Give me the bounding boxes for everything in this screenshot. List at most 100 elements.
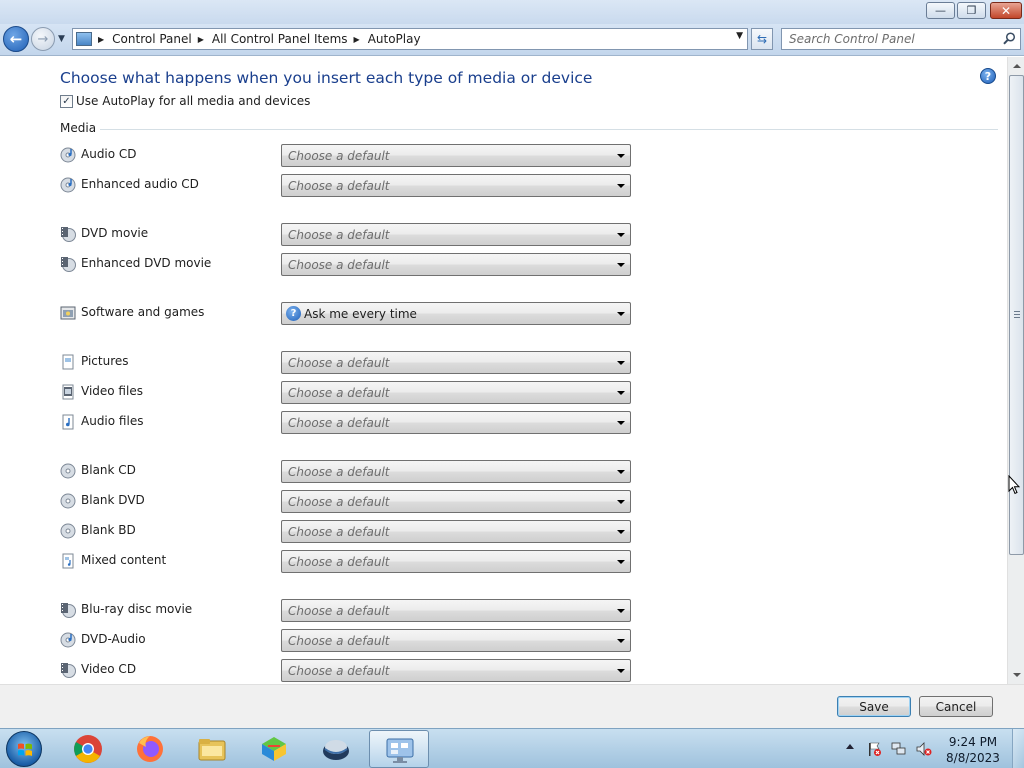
media-row: Pictures Choose a default <box>60 351 640 374</box>
dropdown-value: Choose a default <box>288 356 390 370</box>
media-action-dropdown[interactable]: Choose a default <box>281 629 631 652</box>
enhanced-audio-cd-icon <box>60 177 76 193</box>
dropdown-value: Choose a default <box>288 149 390 163</box>
address-bar[interactable]: ▶ Control Panel ▶ All Control Panel Item… <box>72 28 748 50</box>
save-button[interactable]: Save <box>837 696 911 717</box>
media-label: DVD movie <box>81 226 149 240</box>
media-row: Mixed content Choose a default <box>60 550 640 573</box>
media-action-dropdown[interactable]: Choose a default <box>281 599 631 622</box>
chevron-down-icon <box>617 609 625 613</box>
dvd-movie-icon <box>61 227 76 242</box>
explorer-folder-icon[interactable] <box>196 733 228 765</box>
chevron-down-icon <box>617 154 625 158</box>
media-action-dropdown[interactable]: Choose a default <box>281 351 631 374</box>
breadcrumb-separator-icon[interactable]: ▶ <box>198 35 204 44</box>
refresh-button[interactable]: ⇆ <box>751 28 773 50</box>
enhanced-dvd-movie-icon <box>61 257 76 272</box>
chevron-down-icon <box>617 470 625 474</box>
search-box <box>781 28 1021 50</box>
search-input[interactable] <box>782 29 992 49</box>
chevron-down-icon <box>617 312 625 316</box>
network-icon[interactable] <box>891 741 907 757</box>
media-action-dropdown[interactable]: Choose a default <box>281 520 631 543</box>
media-label: DVD-Audio <box>81 632 146 646</box>
breadcrumb-control-panel[interactable]: Control Panel <box>112 32 192 46</box>
media-label: Audio files <box>81 414 144 428</box>
chevron-down-icon <box>617 421 625 425</box>
group-divider <box>100 129 998 130</box>
page-title: Choose what happens when you insert each… <box>60 69 593 87</box>
media-row: Video CD Choose a default <box>60 659 640 682</box>
media-player-icon[interactable] <box>320 733 352 765</box>
chrome-icon[interactable] <box>72 733 104 765</box>
autoplay-content: Choose what happens when you insert each… <box>0 57 1007 684</box>
action-center-flag-icon[interactable] <box>866 741 882 757</box>
back-button[interactable]: ← <box>3 26 29 52</box>
vertical-scrollbar[interactable] <box>1007 57 1024 684</box>
dropdown-value: Choose a default <box>288 664 390 678</box>
cancel-button[interactable]: Cancel <box>919 696 993 717</box>
control-panel-task-button[interactable] <box>369 730 429 768</box>
blank-cd-icon <box>60 463 76 479</box>
media-label: Pictures <box>81 354 129 368</box>
control-panel-icon <box>76 32 92 46</box>
autoplay-all-checkbox[interactable]: ✓ <box>60 94 73 108</box>
media-action-dropdown[interactable]: Choose a default <box>281 144 631 167</box>
media-label: Enhanced audio CD <box>81 177 199 191</box>
chevron-down-icon <box>617 500 625 504</box>
breadcrumb-separator-icon[interactable]: ▶ <box>354 35 360 44</box>
back-arrow-icon: ← <box>9 30 23 48</box>
scroll-up-button[interactable] <box>1009 58 1024 74</box>
dropdown-value: Ask me every time <box>304 307 417 321</box>
media-row: Enhanced audio CD Choose a default <box>60 174 640 197</box>
media-action-dropdown[interactable]: ? Ask me every time <box>281 302 631 325</box>
media-row: Audio CD Choose a default <box>60 144 640 167</box>
volume-muted-icon[interactable] <box>916 741 932 757</box>
address-dropdown-icon[interactable]: ▼ <box>736 31 743 41</box>
video-files-icon <box>62 384 74 400</box>
media-action-dropdown[interactable]: Choose a default <box>281 659 631 682</box>
dropdown-value: Choose a default <box>288 179 390 193</box>
breadcrumb-autoplay[interactable]: AutoPlay <box>368 32 421 46</box>
close-button[interactable]: ✕ <box>990 2 1022 19</box>
breadcrumb-all-items[interactable]: All Control Panel Items <box>212 32 348 46</box>
dropdown-value: Choose a default <box>288 555 390 569</box>
autoplay-all-label[interactable]: Use AutoPlay for all media and devices <box>76 94 310 108</box>
media-action-dropdown[interactable]: Choose a default <box>281 490 631 513</box>
maximize-button[interactable]: ❐ <box>957 2 986 19</box>
media-action-dropdown[interactable]: Choose a default <box>281 550 631 573</box>
media-action-dropdown[interactable]: Choose a default <box>281 460 631 483</box>
bluray-movie-icon <box>61 603 76 618</box>
media-action-dropdown[interactable]: Choose a default <box>281 381 631 404</box>
media-label: Video files <box>81 384 143 398</box>
media-label: Software and games <box>81 305 205 319</box>
media-action-dropdown[interactable]: Choose a default <box>281 253 631 276</box>
media-action-dropdown[interactable]: Choose a default <box>281 174 631 197</box>
minimize-button[interactable]: — <box>926 2 955 19</box>
chevron-down-icon <box>617 263 625 267</box>
scroll-down-icon <box>1012 673 1021 677</box>
forward-button[interactable]: → <box>31 27 55 51</box>
system-clock[interactable]: 9:24 PM 8/8/2023 <box>940 734 1006 766</box>
media-label: Enhanced DVD movie <box>81 256 212 270</box>
bluestacks-icon[interactable] <box>258 733 290 765</box>
autoplay-all-option[interactable]: ✓ Use AutoPlay for all media and devices <box>60 94 310 108</box>
search-icon[interactable] <box>1003 32 1016 45</box>
media-row: Blank CD Choose a default <box>60 460 640 483</box>
scroll-grip-icon <box>1014 311 1020 318</box>
taskbar: 9:24 PM 8/8/2023 <box>0 728 1024 768</box>
chevron-down-icon <box>617 184 625 188</box>
help-icon[interactable]: ? <box>980 68 996 84</box>
question-icon: ? <box>286 306 301 321</box>
breadcrumb-separator-icon[interactable]: ▶ <box>98 35 104 44</box>
media-label: Blank DVD <box>81 493 145 507</box>
recent-pages-dropdown[interactable]: ▼ <box>58 34 65 44</box>
media-action-dropdown[interactable]: Choose a default <box>281 223 631 246</box>
media-group-label: Media <box>60 121 97 135</box>
media-action-dropdown[interactable]: Choose a default <box>281 411 631 434</box>
start-button[interactable] <box>6 731 42 767</box>
show-desktop-button[interactable] <box>1012 729 1024 768</box>
show-hidden-icons-icon[interactable] <box>846 744 854 749</box>
firefox-icon[interactable] <box>134 733 166 765</box>
scroll-down-button[interactable] <box>1009 667 1024 683</box>
